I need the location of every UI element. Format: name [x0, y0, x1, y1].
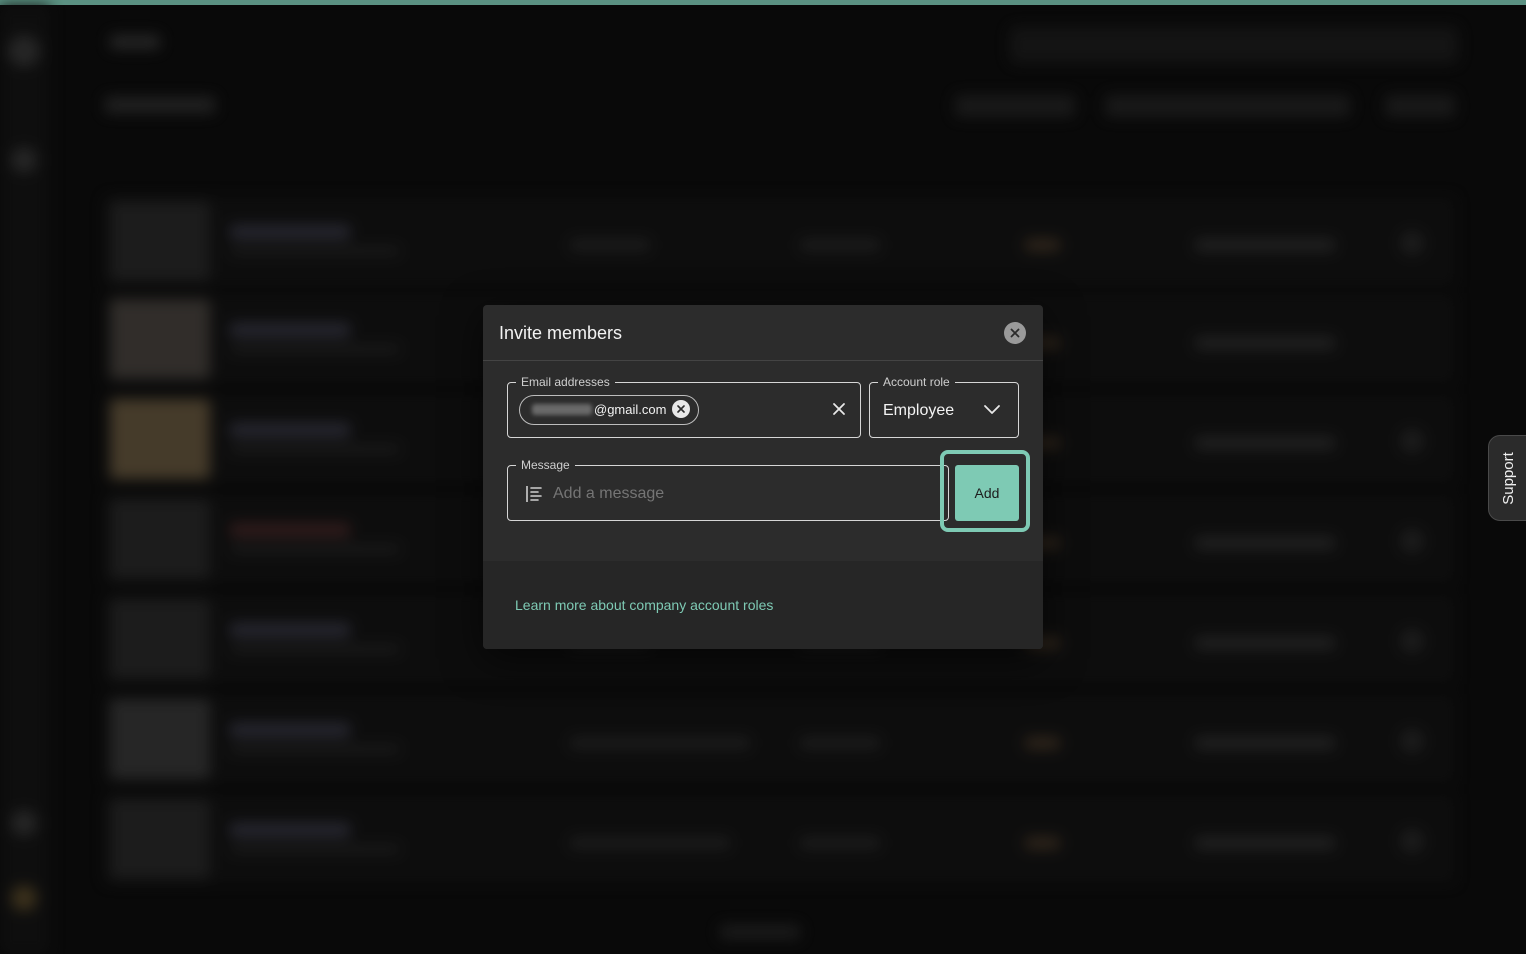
modal-header: Invite members	[483, 305, 1043, 361]
text-align-icon	[526, 486, 542, 502]
chevron-down-icon	[984, 405, 1000, 414]
account-role-value: Employee	[883, 402, 955, 419]
support-tab[interactable]: Support	[1488, 435, 1526, 521]
support-tab-label: Support	[1499, 451, 1517, 505]
message-field[interactable]: Message	[507, 457, 949, 521]
email-chip[interactable]: @gmail.com	[519, 395, 699, 425]
redacted-email-user	[532, 404, 592, 415]
email-addresses-label: Email addresses	[516, 374, 615, 390]
invite-members-modal: Invite members Email addresses @gmail.co…	[483, 305, 1043, 649]
message-input[interactable]	[553, 485, 933, 503]
close-circle-icon[interactable]	[1004, 322, 1026, 344]
email-addresses-field[interactable]: Email addresses @gmail.com	[507, 374, 861, 438]
account-role-label: Account role	[878, 374, 955, 390]
modal-footer: Learn more about company account roles	[483, 561, 1043, 649]
add-button[interactable]: Add	[955, 465, 1019, 521]
email-chip-text: @gmail.com	[594, 402, 667, 417]
message-label: Message	[516, 457, 575, 473]
modal-title: Invite members	[499, 323, 623, 343]
modal-body: Email addresses @gmail.com Account role …	[483, 361, 1043, 561]
account-role-select[interactable]: Account role Employee	[869, 374, 1019, 438]
clear-x-icon[interactable]	[832, 402, 846, 416]
learn-more-link[interactable]: Learn more about company account roles	[515, 597, 773, 613]
remove-chip-icon[interactable]	[672, 400, 690, 418]
